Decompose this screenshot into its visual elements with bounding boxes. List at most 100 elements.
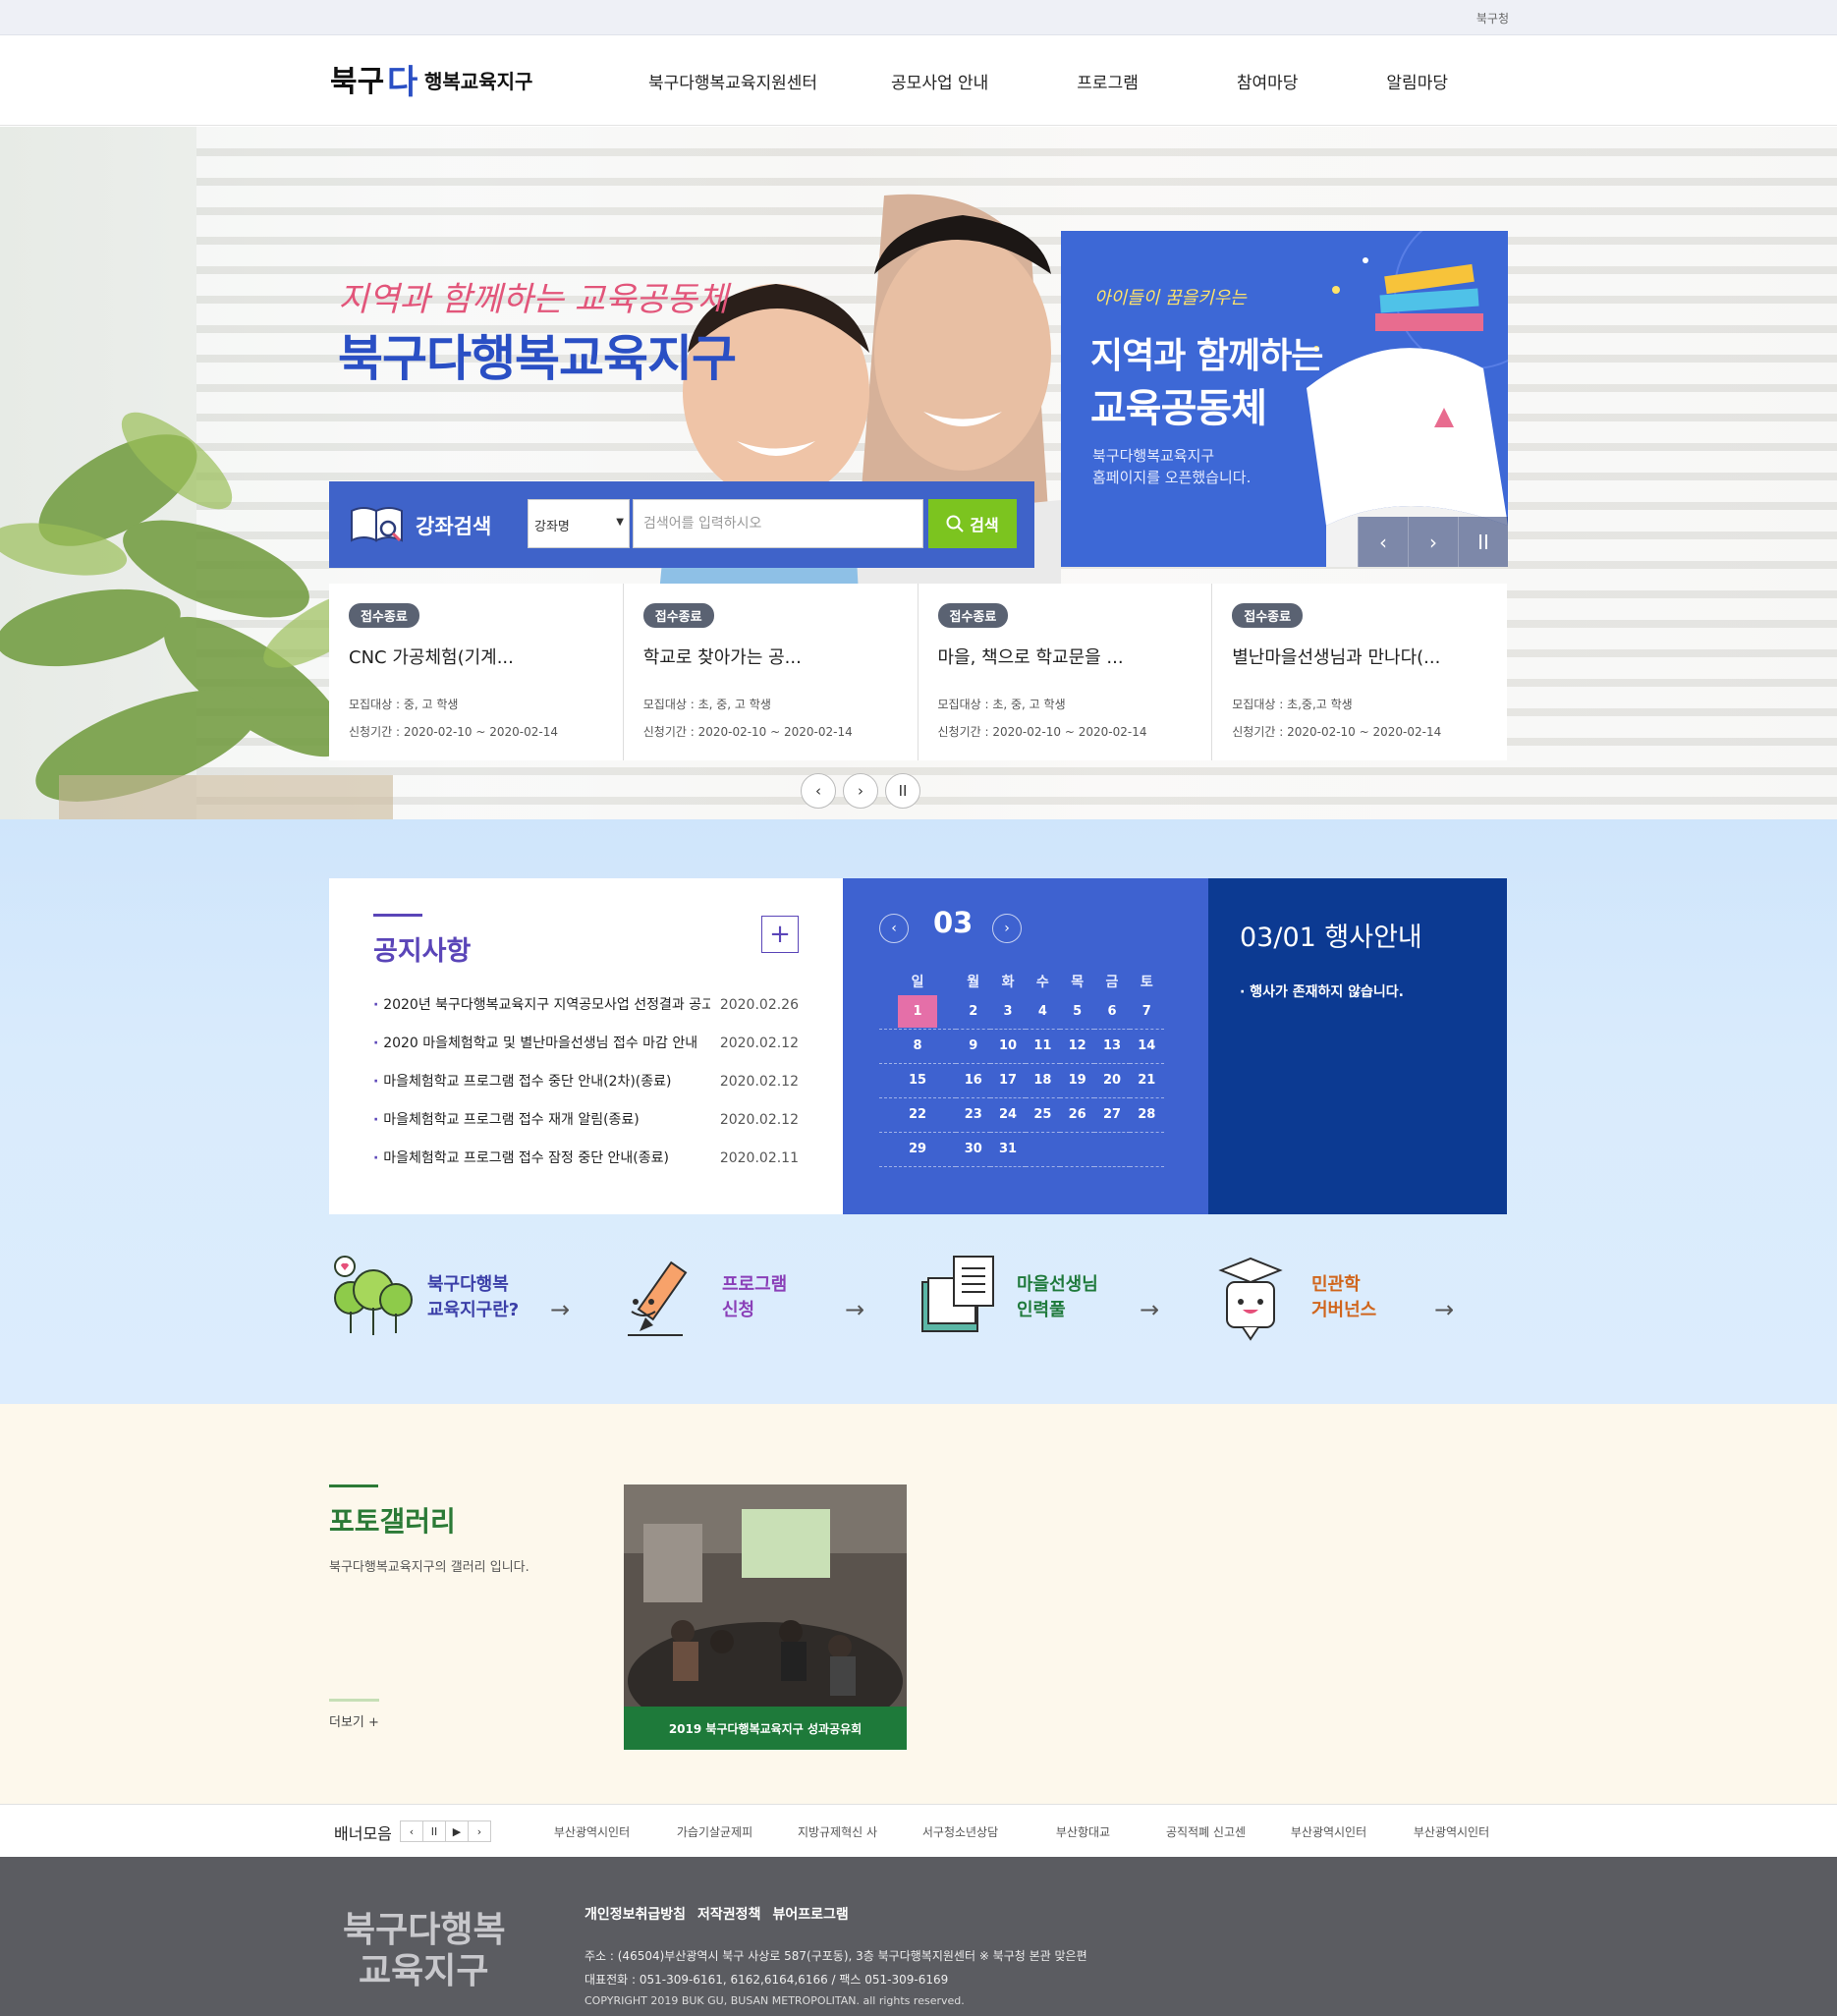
event-date-title: 03/01 행사안내 — [1240, 923, 1422, 953]
banner-label: 배너모음 — [334, 1824, 392, 1843]
nav-contest-info[interactable]: 공모사업 안내 — [891, 69, 988, 93]
arrow-right-icon: → — [1140, 1296, 1160, 1323]
gallery-photo[interactable]: 2019 북구다행복교육지구 성과공유회 — [624, 1484, 907, 1750]
quick-link-program-apply[interactable]: 프로그램 신청 → — [624, 1253, 918, 1351]
calendar-day[interactable]: 28 — [1129, 1097, 1164, 1133]
quick-link-governance[interactable]: 민관학 거버넌스 → — [1213, 1253, 1508, 1351]
calendar-day[interactable]: 20 — [1094, 1063, 1130, 1098]
calendar-day-number: 28 — [1138, 1107, 1156, 1122]
course-target: 모집대상 : 초, 중, 고 학생 — [642, 698, 771, 711]
calendar-day[interactable]: 13 — [1094, 1029, 1130, 1064]
promo-title-line2: 교육공동체 — [1090, 386, 1267, 431]
course-card[interactable]: 접수종료 CNC 가공체험(기계... 모집대상 : 중, 고 학생 신청기간 … — [329, 584, 624, 760]
hero-slogan: 지역과 함께하는 교육공동체 — [338, 280, 728, 319]
calendar-day[interactable]: 21 — [1129, 1063, 1164, 1098]
calendar-day-number: 5 — [1073, 1003, 1083, 1019]
promo-banner[interactable]: 아이들이 꿈을키우는 지역과 함께하는 교육공동체 북구다행복교육지구 홈페이지… — [1061, 231, 1508, 567]
calendar-day[interactable]: 18 — [1025, 1063, 1061, 1098]
nav-program[interactable]: 프로그램 — [1077, 69, 1139, 93]
calendar-day[interactable]: 6 — [1094, 994, 1130, 1030]
course-slider-controls: ‹ › II — [801, 773, 920, 809]
calendar-day[interactable]: 29 — [879, 1132, 957, 1167]
calendar-day[interactable]: 17 — [990, 1063, 1026, 1098]
promo-controls: ‹ › II — [1358, 517, 1508, 567]
footer-copyright: COPYRIGHT 2019 BUK GU, BUSAN METROPOLITA… — [584, 1994, 965, 2007]
gallery-title-bar — [329, 1484, 378, 1487]
calendar-day[interactable]: 15 — [879, 1063, 957, 1098]
nav-participation[interactable]: 참여마당 — [1237, 69, 1299, 93]
weekday-label: 화 — [1001, 975, 1015, 990]
calendar-day[interactable]: 23 — [956, 1097, 991, 1133]
promo-pause-button[interactable]: II — [1458, 517, 1508, 567]
calendar-day[interactable]: 22 — [879, 1097, 957, 1133]
course-prev-button[interactable]: ‹ — [801, 773, 836, 809]
gallery-more-link[interactable]: 더보기 + — [329, 1699, 379, 1730]
calendar-day[interactable]: 27 — [1094, 1097, 1130, 1133]
calendar-day-number: 7 — [1141, 1003, 1151, 1019]
privacy-policy-link[interactable]: 개인정보취급방침 — [584, 1904, 686, 1924]
calendar-day[interactable]: 19 — [1060, 1063, 1095, 1098]
banner-pause-button[interactable]: II — [422, 1820, 446, 1842]
notice-more-button[interactable]: + — [761, 916, 799, 953]
calendar-day[interactable]: 24 — [990, 1097, 1026, 1133]
calendar-day[interactable]: 25 — [1025, 1097, 1061, 1133]
course-search-button[interactable]: 검색 — [928, 499, 1017, 548]
banner-link[interactable]: 지방규제혁신 사 — [776, 1823, 899, 1840]
calendar-day[interactable]: 7 — [1129, 994, 1164, 1030]
notice-item-date: 2020.02.11 — [719, 1150, 799, 1166]
banner-link[interactable]: 가습기살균제피 — [653, 1823, 776, 1840]
promo-prev-button[interactable]: ‹ — [1358, 517, 1408, 567]
banner-play-button[interactable]: ▶ — [445, 1820, 469, 1842]
viewer-program-link[interactable]: 뷰어프로그램 — [772, 1904, 848, 1924]
course-next-button[interactable]: › — [843, 773, 878, 809]
course-search-input[interactable] — [633, 499, 923, 548]
search-category-select[interactable]: 강좌명 ▼ — [528, 499, 630, 548]
calendar-day[interactable]: 10 — [990, 1029, 1026, 1064]
calendar-day[interactable]: 26 — [1060, 1097, 1095, 1133]
nav-support-center[interactable]: 북구다행복교육지원센터 — [648, 69, 817, 93]
arrow-right-icon: → — [1434, 1296, 1455, 1323]
promo-title-line1: 지역과 함께하는 — [1090, 336, 1323, 376]
calendar-day[interactable]: 9 — [956, 1029, 991, 1064]
notice-item[interactable]: 2020 마을체험학교 및 별난마을선생님 접수 마감 안내 2020.02.12 — [373, 1025, 799, 1063]
calendar-day[interactable]: 1 — [879, 994, 957, 1030]
arrow-right-icon: → — [550, 1296, 571, 1323]
banner-link[interactable]: 공직적폐 신고센 — [1144, 1823, 1267, 1840]
calendar-day[interactable]: 16 — [956, 1063, 991, 1098]
banner-link[interactable]: 서구청소년상담 — [899, 1823, 1022, 1840]
banner-next-button[interactable]: › — [468, 1820, 491, 1842]
calendar-day — [1060, 1132, 1095, 1167]
banner-link[interactable]: 부산광역시인터 — [530, 1823, 653, 1840]
course-card[interactable]: 접수종료 마을, 책으로 학교문을 ... 모집대상 : 초, 중, 고 학생 … — [918, 584, 1213, 760]
copyright-policy-link[interactable]: 저작권정책 — [697, 1904, 760, 1924]
bukgu-office-link[interactable]: 북구청 — [1476, 10, 1509, 27]
notice-item[interactable]: 마을체험학교 프로그램 접수 중단 안내(2차)(종료) 2020.02.12 — [373, 1063, 799, 1101]
nav-notice-board[interactable]: 알림마당 — [1386, 69, 1448, 93]
calendar-prev-month-button[interactable]: ‹ — [879, 914, 909, 943]
banner-prev-button[interactable]: ‹ — [400, 1820, 423, 1842]
quick-link-teacher-pool[interactable]: 마을선생님 인력풀 → — [918, 1253, 1213, 1351]
calendar-day[interactable]: 12 — [1060, 1029, 1095, 1064]
calendar-day[interactable]: 11 — [1025, 1029, 1061, 1064]
calendar-day[interactable]: 2 — [956, 994, 991, 1030]
banner-link[interactable]: 부산광역시인터 — [1390, 1823, 1513, 1840]
quick-link-about[interactable]: 북구다행복 교육지구란? → — [329, 1253, 624, 1351]
course-card[interactable]: 접수종료 학교로 찾아가는 공... 모집대상 : 초, 중, 고 학생 신청기… — [624, 584, 918, 760]
notice-item[interactable]: 2020년 북구다행복교육지구 지역공모사업 선정결과 공고 2020.02.26 — [373, 986, 799, 1025]
calendar-day[interactable]: 5 — [1060, 994, 1095, 1030]
calendar-day[interactable]: 3 — [990, 994, 1026, 1030]
course-card[interactable]: 접수종료 별난마을선생님과 만나다(... 모집대상 : 초,중,고 학생 신청… — [1212, 584, 1507, 760]
notice-item[interactable]: 마을체험학교 프로그램 접수 재개 알림(종료) 2020.02.12 — [373, 1101, 799, 1140]
course-pause-button[interactable]: II — [885, 773, 920, 809]
calendar-day[interactable]: 30 — [956, 1132, 991, 1167]
notice-item[interactable]: 마을체험학교 프로그램 접수 잠정 중단 안내(종료) 2020.02.11 — [373, 1140, 799, 1178]
banner-link[interactable]: 부산항대교 — [1022, 1823, 1144, 1840]
banner-link[interactable]: 부산광역시인터 — [1267, 1823, 1390, 1840]
calendar-day[interactable]: 4 — [1025, 994, 1061, 1030]
site-logo[interactable]: 북구 다 행복교육지구 — [330, 59, 536, 102]
calendar-day[interactable]: 31 — [990, 1132, 1026, 1167]
calendar-next-month-button[interactable]: › — [992, 914, 1022, 943]
promo-next-button[interactable]: › — [1408, 517, 1458, 567]
calendar-day[interactable]: 8 — [879, 1029, 957, 1064]
calendar-day[interactable]: 14 — [1129, 1029, 1164, 1064]
